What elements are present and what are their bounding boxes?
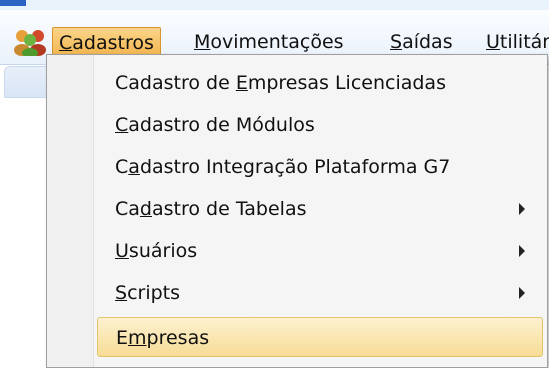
cadastros-dropdown-menu: Cadastro de Empresas Licenciadas Cadastr… [46,54,548,368]
menu-label-post: ovimentações [210,31,344,53]
menu-movimentacoes[interactable]: Movimentações [188,27,350,57]
menu-label-accel: M [194,31,211,53]
menu-item-cadastro-modulos[interactable]: Cadastro de Módulos [97,105,543,145]
item-label-post: dastro Integração Plataforma G7 [139,156,451,178]
item-label-post: mpresas Licenciadas [247,72,446,94]
menu-item-cadastro-tabelas[interactable]: Cadastro de Tabelas [97,189,543,229]
item-label-accel: U [115,240,129,262]
item-label-post: presas [146,327,210,349]
item-label-pre: C [115,156,129,178]
menu-item-scripts[interactable]: Scripts [97,273,543,313]
item-label-pre: Ca [115,198,140,220]
item-label-post: adastro de Módulos [128,114,315,136]
menu-saidas[interactable]: Saídas [384,27,459,57]
menu-label-post: adastros [72,32,154,54]
submenu-arrow-icon [519,287,525,299]
menu-item-cadastro-empresas-licenciadas[interactable]: Cadastro de Empresas Licenciadas [97,63,543,103]
item-label-accel: a [128,156,140,178]
menu-icon-gutter [47,55,94,367]
item-label-post: cripts [127,282,181,304]
title-bar-fragment [0,0,26,6]
item-label-accel: S [115,282,128,304]
submenu-arrow-icon [519,203,525,215]
menu-label-post: tilitár [499,31,549,53]
menu-label-accel: C [59,32,73,54]
item-label-accel: C [115,114,129,136]
window-top-strip [0,0,549,10]
item-label-post: astro de Tabelas [151,198,307,220]
item-label-accel: m [128,327,147,349]
menu-utilitarios[interactable]: Utilitár [480,27,549,57]
item-label-accel: d [139,198,152,220]
menu-item-usuarios[interactable]: Usuários [97,231,543,271]
menu-item-cadastro-integracao-plataforma-g7[interactable]: Cadastro Integração Plataforma G7 [97,147,543,187]
item-label-post: suários [128,240,198,262]
item-label-pre: E [116,327,129,349]
menu-label-post: aídas [402,31,453,53]
submenu-arrow-icon [519,245,525,257]
people-group-icon[interactable] [12,26,48,56]
item-label-pre: Cadastro de [115,72,236,94]
menu-label-accel: S [390,31,403,53]
menu-label-accel: U [486,31,500,53]
menu-item-empresas[interactable]: Empresas [97,317,543,357]
item-label-accel: E [235,72,248,94]
